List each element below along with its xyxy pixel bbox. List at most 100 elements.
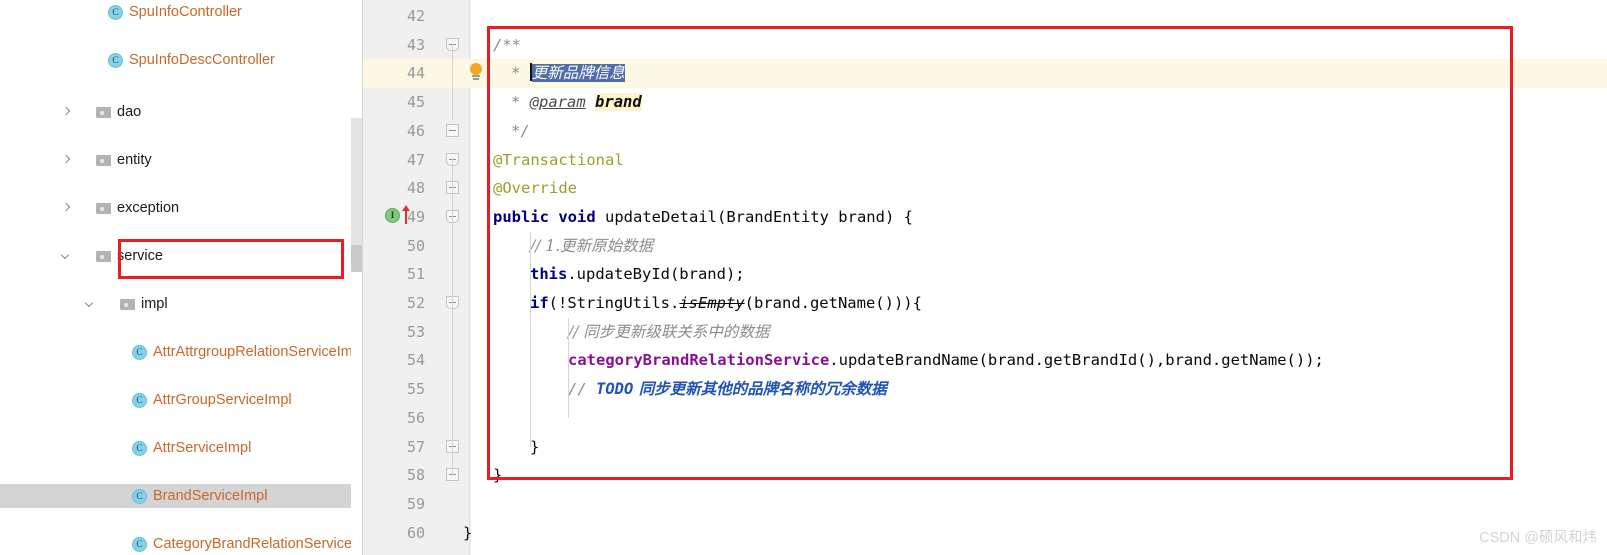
closing-brace-method: } [493,466,503,485]
comment-update-original-data: // 1.更新原始数据 [530,236,654,255]
code-editor[interactable]: 42 43 /** 44 * 更新品牌信息 45 * @param brand … [363,0,1607,555]
annotation-transactional: @Transactional [493,150,624,169]
code-text: /** [493,31,521,60]
code-text: this.updateById(brand); [530,260,745,289]
fold-marker[interactable] [446,152,460,167]
line-number: 51 [406,265,425,284]
tree-item-categorybrandrelationserviceimpl[interactable]: C CategoryBrandRelationServiceImpl [0,532,363,555]
tree-item-label: AttrServiceImpl [153,440,252,456]
editor-line-60: 60 } [363,519,1607,548]
javadoc-param-name: brand [595,93,642,112]
tree-item-service[interactable]: service [0,244,363,268]
line-number: 52 [406,294,425,312]
project-tree-scrollbar-thumb-active[interactable] [351,245,362,272]
keyword-void: void [558,207,596,226]
csdn-watermark: CSDN @硕风和炜 [1479,530,1597,546]
line-number: 53 [406,322,425,341]
tree-item-brandserviceimpl[interactable]: C BrandServiceImpl [0,484,363,508]
folder-icon [96,202,111,215]
editor-line-50: 50 // 1.更新原始数据 [363,232,1607,261]
comment-slashes: // [568,380,596,399]
tree-item-label: dao [117,104,142,120]
chevron-right-icon[interactable] [60,106,73,119]
editor-line-51: 51 this.updateById(brand); [363,260,1607,289]
class-icon: C [132,536,147,552]
line-number: 59 [406,494,425,513]
tree-item-attrserviceimpl[interactable]: C AttrServiceImpl [0,436,363,460]
chevron-down-icon[interactable] [84,298,97,311]
line-number: 43 [406,35,425,54]
tree-item-entity[interactable]: entity [0,148,363,172]
editor-line-47: 47 @Transactional [363,146,1607,175]
todo-text: 同步更新其他的品牌名称的冗余数据 [633,379,887,399]
editor-line-45: 45 * @param brand [363,88,1607,117]
fold-marker[interactable] [446,209,460,224]
tree-item-label: entity [117,152,152,168]
chevron-down-icon[interactable] [60,250,73,263]
method-signature: updateDetail(BrandEntity brand) { [595,207,913,226]
editor-line-48: 48 @Override [363,174,1607,203]
tree-item-label: AttrAttrgroupRelationServiceImpl [153,344,363,360]
chevron-right-icon[interactable] [60,202,73,215]
closing-brace-if: } [530,437,540,456]
code-text: @Override [493,174,577,203]
closing-brace-class: } [463,523,473,542]
editor-line-43: 43 /** [363,31,1607,60]
editor-line-56: 56 [363,404,1607,433]
override-up-arrow-icon[interactable] [401,204,410,225]
fold-marker[interactable] [446,468,460,482]
todo-keyword: TODO [596,380,634,399]
line-number: 47 [406,150,425,169]
javadoc-star: * [511,64,521,83]
tree-item-spuinfodesccontroller[interactable]: C SpuInfoDescController [0,48,363,72]
fold-marker[interactable] [446,37,460,52]
line-number: 44 [406,64,425,83]
keyword-if: if [530,294,549,312]
tree-item-exception[interactable]: exception [0,196,363,220]
tree-item-attrattrgrouprelationserviceimpl[interactable]: C AttrAttrgroupRelationServiceImpl [0,340,363,364]
code-text: * @param brand [511,88,642,117]
fold-marker[interactable] [446,123,460,138]
code-text: @Transactional [493,146,624,175]
fold-marker[interactable] [446,296,460,310]
javadoc-close: */ [511,121,530,140]
tree-item-dao[interactable]: dao [0,100,363,124]
selected-text: 更新品牌信息 [531,64,625,83]
line-number: 56 [406,408,425,427]
condition-part-a: (!StringUtils. [548,294,680,312]
tree-item-spuinfocontroller[interactable]: C SpuInfoController [0,0,363,24]
project-tree-panel[interactable]: C SpuInfoController C SpuInfoDescControl… [0,0,363,555]
lightbulb-icon[interactable] [468,63,484,83]
code-text: categoryBrandRelationService.updateBrand… [568,346,1324,375]
tree-item-label: service [117,248,163,264]
fold-region-line [452,302,453,448]
code-text: */ [511,117,530,146]
project-tree-scrollbar-track[interactable] [351,0,362,555]
tree-item-impl[interactable]: impl [0,292,363,316]
tree-item-label: impl [141,296,168,312]
line-number: 48 [406,179,425,198]
code-text: * 更新品牌信息 [511,59,625,88]
editor-line-44: 44 * 更新品牌信息 [363,59,1607,89]
chevron-right-icon[interactable] [60,154,73,167]
comment-sync-cascade: // 同步更新级联关系中的数据 [568,322,770,341]
code-text: // 1.更新原始数据 [530,232,653,261]
editor-line-49: 49 I public void updateDetail(BrandEntit… [363,203,1607,232]
condition-part-b: (brand.getName())){ [744,294,922,312]
editor-line-58: 58 } [363,461,1607,490]
code-text: public void updateDetail(BrandEntity bra… [493,203,913,232]
line-number: 45 [406,93,425,112]
line-number: 50 [406,236,425,255]
line-number: 46 [406,121,425,140]
tree-item-attrgroupserviceimpl[interactable]: C AttrGroupServiceImpl [0,388,363,412]
editor-line-59: 59 [363,490,1607,519]
line-number: 54 [406,351,425,370]
fold-marker[interactable] [446,181,460,195]
tree-item-label: CategoryBrandRelationServiceImpl [153,536,363,552]
deprecated-isempty: isEmpty [679,294,745,312]
class-icon: C [132,344,147,360]
fold-marker[interactable] [446,439,460,454]
editor-line-42: 42 [363,2,1607,31]
implementing-method-icon[interactable]: I [385,207,400,223]
code-text: } [530,433,539,462]
